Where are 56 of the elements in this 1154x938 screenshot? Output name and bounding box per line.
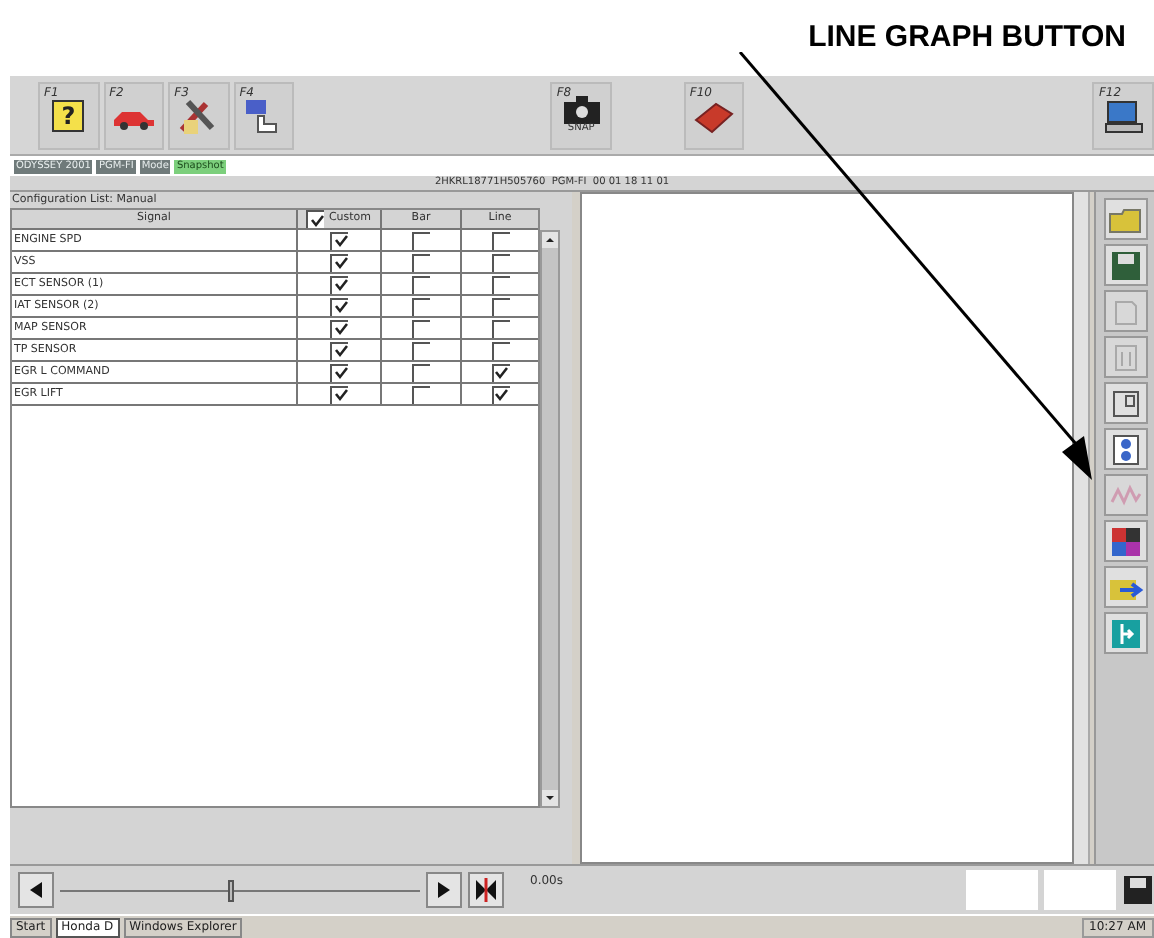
checkbox[interactable]	[412, 341, 430, 359]
color-squares-icon	[1109, 525, 1142, 557]
checkbox[interactable]	[412, 297, 430, 315]
slider-thumb[interactable]	[228, 879, 235, 901]
checkbox[interactable]	[330, 385, 348, 403]
layers-icon	[1109, 341, 1142, 373]
checkbox[interactable]	[330, 275, 348, 293]
frame-icon	[1109, 387, 1142, 419]
tool-button[interactable]	[1103, 428, 1148, 470]
checkbox[interactable]	[412, 363, 430, 381]
marker-button[interactable]	[468, 872, 504, 908]
graph-scrollbar[interactable]	[1074, 192, 1091, 864]
checkbox[interactable]	[491, 231, 509, 249]
checkbox[interactable]	[491, 363, 509, 381]
checkbox[interactable]	[412, 253, 430, 271]
save-icon	[1109, 249, 1142, 281]
checkbox[interactable]	[491, 253, 509, 271]
checkbox[interactable]	[330, 363, 348, 381]
scrollbar[interactable]	[540, 230, 560, 808]
status-field	[1044, 870, 1116, 910]
status-field	[966, 870, 1038, 910]
checkbox[interactable]	[412, 231, 430, 249]
checkbox[interactable]	[491, 275, 509, 293]
checkbox[interactable]	[412, 319, 430, 337]
folder-icon	[1107, 203, 1144, 235]
callout-label: LINE GRAPH BUTTON	[808, 18, 1126, 58]
exit-door-icon	[1109, 617, 1142, 649]
checkbox[interactable]	[412, 385, 430, 403]
checkbox[interactable]	[330, 253, 348, 271]
play-button[interactable]	[426, 872, 462, 908]
previous-button[interactable]	[18, 872, 54, 908]
tool-button[interactable]	[1103, 244, 1148, 286]
checkbox[interactable]	[491, 385, 509, 403]
tool-button[interactable]	[1103, 382, 1148, 424]
scroll-up-icon	[542, 232, 558, 248]
camera-icon	[559, 96, 604, 124]
page-icon	[1109, 295, 1142, 327]
checkbox[interactable]	[491, 297, 509, 315]
checkbox[interactable]	[412, 275, 430, 293]
tool-button[interactable]	[1103, 520, 1148, 562]
play-icon	[434, 880, 454, 900]
scroll-down-icon	[542, 790, 558, 806]
time-slider[interactable]	[60, 876, 420, 904]
checkbox[interactable]	[306, 210, 325, 228]
checkbox[interactable]	[330, 297, 348, 315]
checkbox[interactable]	[491, 319, 509, 337]
left-triangle-icon	[26, 880, 46, 900]
computer-icon	[1101, 95, 1146, 135]
line-graph-icon	[1109, 479, 1142, 511]
bowtie-icon	[474, 878, 498, 902]
tool-button[interactable]	[1103, 566, 1148, 608]
checkbox[interactable]	[330, 319, 348, 337]
checkbox[interactable]	[491, 341, 509, 359]
help-icon: ?	[52, 99, 85, 131]
checkbox[interactable]	[330, 341, 348, 359]
checkbox[interactable]	[330, 231, 348, 249]
